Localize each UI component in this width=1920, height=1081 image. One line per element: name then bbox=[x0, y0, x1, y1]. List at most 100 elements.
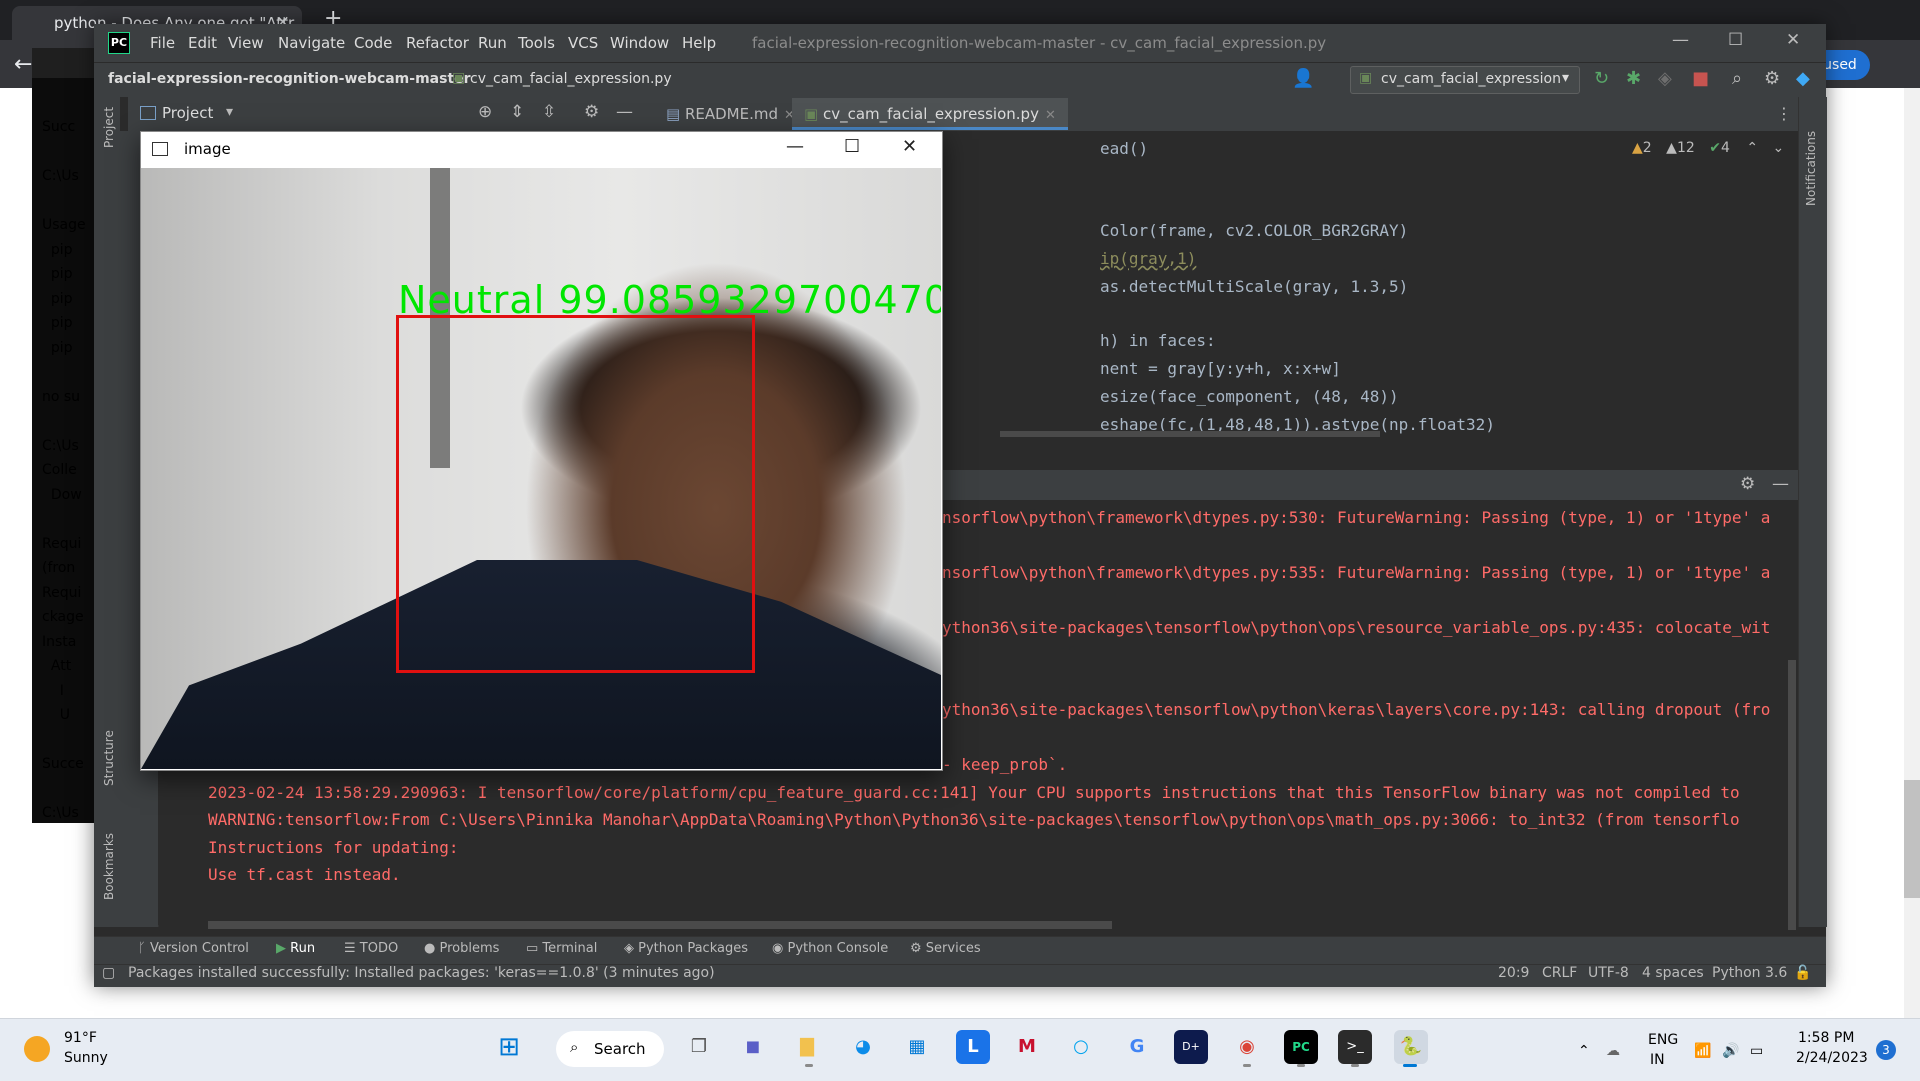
search-icon[interactable]: ⌕ bbox=[1732, 68, 1742, 89]
menu-refactor[interactable]: Refactor bbox=[406, 34, 469, 52]
status-message[interactable]: Packages installed successfully: Install… bbox=[128, 965, 715, 981]
windows-start-icon[interactable]: ⊞ bbox=[492, 1030, 526, 1064]
region-code[interactable]: IN bbox=[1650, 1052, 1665, 1068]
stop-icon[interactable]: ■ bbox=[1692, 68, 1709, 89]
project-tool-label[interactable]: Project bbox=[102, 107, 116, 148]
wifi-icon[interactable]: 📶 bbox=[1694, 1043, 1711, 1059]
google-icon[interactable]: G bbox=[1120, 1030, 1154, 1064]
onedrive-icon[interactable]: ☁ bbox=[1606, 1043, 1620, 1059]
clock-time[interactable]: 1:58 PM bbox=[1798, 1030, 1854, 1046]
browser-scrollbar-thumb[interactable] bbox=[1904, 780, 1920, 898]
layout-icon[interactable]: ▢ bbox=[102, 965, 115, 981]
gear-icon[interactable]: ⚙ bbox=[584, 102, 599, 122]
line-separator[interactable]: CRLF bbox=[1542, 965, 1577, 981]
terminal-line: Requi bbox=[42, 535, 82, 552]
tab-cv-cam-facial-expression[interactable]: ▣ cv_cam_facial_expression.py ✕ bbox=[792, 98, 1068, 130]
chevron-up-icon[interactable]: ⌃ bbox=[1578, 1043, 1590, 1059]
locate-icon[interactable]: ⊕ bbox=[478, 102, 492, 122]
menu-tools[interactable]: Tools bbox=[518, 34, 555, 52]
user-icon[interactable]: 👤 bbox=[1292, 68, 1314, 89]
clock-date[interactable]: 2/24/2023 bbox=[1796, 1050, 1868, 1066]
indent-setting[interactable]: 4 spaces bbox=[1642, 965, 1704, 981]
tool-version-control[interactable]: ᚴ Version Control bbox=[138, 941, 249, 956]
mcafee-icon[interactable]: M bbox=[1010, 1030, 1044, 1064]
microsoft-store-icon[interactable]: ▦ bbox=[900, 1030, 934, 1064]
console-horizontal-scrollbar[interactable] bbox=[208, 921, 1112, 929]
menu-navigate[interactable]: Navigate bbox=[278, 34, 345, 52]
back-arrow-icon[interactable]: ← bbox=[14, 52, 32, 77]
pycharm-taskbar-icon[interactable]: PC bbox=[1284, 1030, 1318, 1064]
close-icon[interactable]: ✕ bbox=[902, 136, 917, 157]
menu-vcs[interactable]: VCS bbox=[568, 34, 598, 52]
breadcrumb-file[interactable]: cv_cam_facial_expression.py bbox=[470, 71, 672, 87]
cortana-icon[interactable]: ○ bbox=[1064, 1030, 1098, 1064]
bookmarks-tool-label[interactable]: Bookmarks bbox=[102, 833, 116, 900]
chrome-icon[interactable]: ◉ bbox=[1230, 1030, 1264, 1064]
battery-icon[interactable]: ▭ bbox=[1750, 1043, 1763, 1059]
breadcrumb-project[interactable]: facial-expression-recognition-webcam-mas… bbox=[108, 71, 471, 87]
chevron-down-icon[interactable]: ⌄ bbox=[1773, 140, 1785, 156]
maximize-icon[interactable]: ☐ bbox=[1728, 30, 1743, 50]
collapse-all-icon[interactable]: ⇳ bbox=[542, 102, 556, 122]
more-options-icon[interactable]: ⋮ bbox=[1776, 104, 1792, 123]
weather-sun-icon[interactable] bbox=[24, 1036, 50, 1062]
python-interpreter[interactable]: Python 3.6 bbox=[1712, 965, 1787, 981]
console-vertical-scrollbar[interactable] bbox=[1788, 660, 1796, 930]
caret-position[interactable]: 20:9 bbox=[1498, 965, 1529, 981]
menu-file[interactable]: File bbox=[150, 34, 175, 52]
expand-all-icon[interactable]: ⇕ bbox=[510, 102, 524, 122]
tool-problems[interactable]: ● Problems bbox=[424, 941, 499, 956]
maximize-icon[interactable]: ☐ bbox=[844, 136, 860, 157]
minimize-icon[interactable]: — bbox=[1672, 30, 1689, 50]
task-view-icon[interactable]: ❐ bbox=[682, 1030, 716, 1064]
chevron-down-icon[interactable]: ▾ bbox=[226, 104, 233, 120]
weather-temperature[interactable]: 91°F bbox=[64, 1030, 97, 1046]
weather-description[interactable]: Sunny bbox=[64, 1050, 108, 1066]
minimize-icon[interactable]: — bbox=[786, 136, 804, 157]
menu-edit[interactable]: Edit bbox=[188, 34, 217, 52]
menu-window[interactable]: Window bbox=[610, 34, 669, 52]
menu-view[interactable]: View bbox=[228, 34, 264, 52]
tool-python-console[interactable]: ◉ Python Console bbox=[772, 941, 888, 956]
tab-readme[interactable]: ▤ README.md ✕ bbox=[654, 98, 807, 130]
gear-icon[interactable]: ⚙ bbox=[1740, 474, 1755, 494]
taskbar-search[interactable]: ⌕ Search bbox=[556, 1031, 664, 1067]
tool-run[interactable]: ▶ Run bbox=[276, 941, 315, 956]
close-icon[interactable]: ✕ bbox=[1786, 30, 1800, 50]
l-app-icon[interactable]: L bbox=[956, 1030, 990, 1064]
close-icon[interactable]: ✕ bbox=[1045, 108, 1056, 123]
notification-badge[interactable]: 3 bbox=[1876, 1040, 1896, 1060]
gear-icon[interactable]: ⚙ bbox=[1764, 68, 1780, 89]
chevron-up-icon[interactable]: ⌃ bbox=[1746, 140, 1758, 156]
rerun-icon[interactable]: ↻ bbox=[1594, 68, 1609, 89]
editor-horizontal-scrollbar[interactable] bbox=[1000, 431, 1380, 437]
tool-terminal[interactable]: ▭ Terminal bbox=[526, 941, 597, 956]
python-icon[interactable]: 🐍 bbox=[1394, 1030, 1428, 1064]
inspection-widget[interactable]: ▲2 ▲12 ✔4 ⌃ ⌄ bbox=[1632, 140, 1784, 156]
run-configuration-select[interactable]: ▣ cv_cam_facial_expression ▾ bbox=[1350, 66, 1580, 94]
hide-icon[interactable]: — bbox=[1772, 474, 1789, 494]
tool-services[interactable]: ⚙ Services bbox=[910, 941, 981, 956]
menu-code[interactable]: Code bbox=[354, 34, 392, 52]
terminal-icon[interactable]: >_ bbox=[1338, 1030, 1372, 1064]
coverage-icon[interactable]: ◈ bbox=[1658, 68, 1672, 89]
file-explorer-icon[interactable]: ▇ bbox=[790, 1030, 824, 1064]
language-code[interactable]: ENG bbox=[1648, 1032, 1678, 1048]
edge-icon[interactable]: ◕ bbox=[846, 1030, 880, 1064]
disney-plus-icon[interactable]: D+ bbox=[1174, 1030, 1208, 1064]
volume-icon[interactable]: 🔊 bbox=[1722, 1043, 1739, 1059]
structure-tool-label[interactable]: Structure bbox=[102, 730, 116, 786]
updates-icon[interactable]: ◆ bbox=[1796, 68, 1810, 89]
notifications-tool-label[interactable]: Notifications bbox=[1804, 131, 1818, 206]
opencv-titlebar[interactable] bbox=[141, 132, 941, 168]
tool-python-packages[interactable]: ◈ Python Packages bbox=[624, 941, 748, 956]
hide-icon[interactable]: — bbox=[616, 102, 633, 122]
tool-todo[interactable]: ☰ TODO bbox=[344, 941, 398, 956]
lock-icon[interactable]: 🔓 bbox=[1794, 965, 1811, 981]
debug-icon[interactable]: ✱ bbox=[1626, 68, 1641, 89]
teams-chat-icon[interactable]: ◼ bbox=[736, 1030, 770, 1064]
menu-run[interactable]: Run bbox=[478, 34, 507, 52]
menu-help[interactable]: Help bbox=[682, 34, 716, 52]
project-tool-tab[interactable]: Project bbox=[162, 104, 213, 122]
file-encoding[interactable]: UTF-8 bbox=[1588, 965, 1629, 981]
